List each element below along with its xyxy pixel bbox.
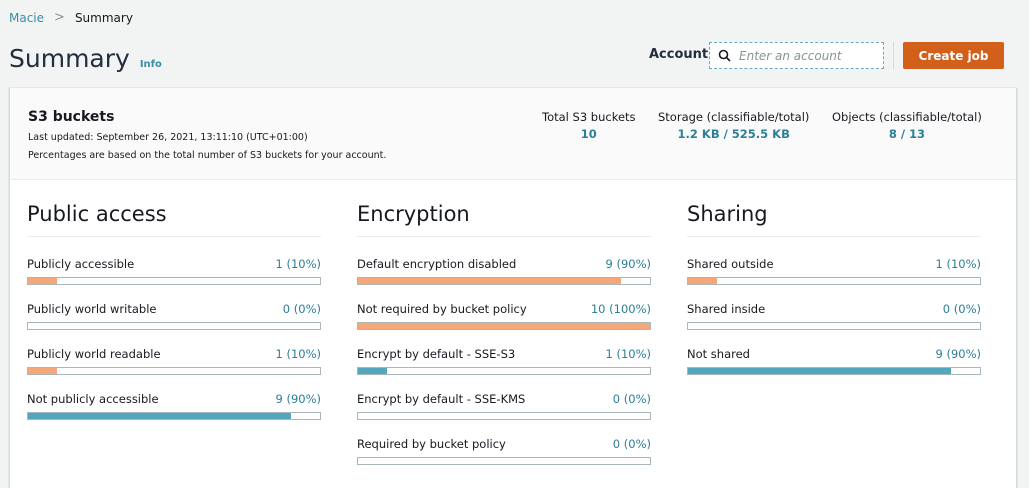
metric-label: Shared outside <box>687 257 774 271</box>
search-icon <box>718 49 731 62</box>
section-encryption: Encryption Default encryption disabled 9 (… <box>357 202 651 465</box>
progress-bar <box>27 322 321 330</box>
metric-value[interactable]: 1 (10%) <box>935 257 981 271</box>
progress-fill <box>688 368 951 374</box>
progress-fill <box>688 278 718 284</box>
divider <box>893 42 894 69</box>
breadcrumb-current: Summary <box>74 10 133 25</box>
metric-value[interactable]: 0 (0%) <box>943 302 981 316</box>
summary-panel: S3 buckets Last updated: September 26, 2… <box>9 88 1017 488</box>
metric-row[interactable]: Not publicly accessible 9 (90%) <box>27 392 321 420</box>
metric-label: Shared inside <box>687 302 766 316</box>
stat-objects: Objects (classifiable/total) 8 / 13 <box>832 110 982 141</box>
section-title: Public access <box>27 202 321 237</box>
metric-label: Not required by bucket policy <box>357 302 527 316</box>
metric-label: Default encryption disabled <box>357 257 517 271</box>
metric-value[interactable]: 9 (90%) <box>935 347 981 361</box>
metric-value[interactable]: 1 (10%) <box>275 347 321 361</box>
s3-buckets-header: S3 buckets Last updated: September 26, 2… <box>10 88 1016 180</box>
account-label: Account <box>649 47 709 62</box>
metric-label: Publicly world writable <box>27 302 157 316</box>
metric-row[interactable]: Encrypt by default - SSE-KMS 0 (0%) <box>357 392 651 420</box>
metric-value[interactable]: 1 (10%) <box>275 257 321 271</box>
account-search[interactable] <box>709 42 884 69</box>
progress-bar <box>27 412 321 420</box>
last-updated: Last updated: September 26, 2021, 13:11:… <box>28 132 308 143</box>
percentage-note: Percentages are based on the total numbe… <box>28 150 387 161</box>
progress-fill <box>28 413 291 419</box>
progress-bar <box>357 367 651 375</box>
progress-fill <box>358 368 388 374</box>
progress-bar <box>357 322 651 330</box>
stat-total-buckets: Total S3 buckets 10 <box>542 110 636 141</box>
metric-label: Not publicly accessible <box>27 392 159 406</box>
metric-row[interactable]: Not shared 9 (90%) <box>687 347 981 375</box>
metric-value[interactable]: 10 (100%) <box>591 302 651 316</box>
metric-value[interactable]: 1 (10%) <box>605 347 651 361</box>
metric-row[interactable]: Encrypt by default - SSE-S3 1 (10%) <box>357 347 651 375</box>
metric-value[interactable]: 9 (90%) <box>605 257 651 271</box>
progress-bar <box>687 322 981 330</box>
metric-row[interactable]: Publicly world readable 1 (10%) <box>27 347 321 375</box>
metric-value[interactable]: 0 (0%) <box>613 437 651 451</box>
metric-value[interactable]: 9 (90%) <box>275 392 321 406</box>
metric-label: Required by bucket policy <box>357 437 506 451</box>
metric-value[interactable]: 0 (0%) <box>613 392 651 406</box>
progress-bar <box>357 277 651 285</box>
metric-row[interactable]: Not required by bucket policy 10 (100%) <box>357 302 651 330</box>
breadcrumb: Macie > Summary <box>9 10 133 25</box>
chevron-right-icon: > <box>54 10 65 25</box>
progress-fill <box>28 278 58 284</box>
s3-title: S3 buckets <box>28 109 115 125</box>
progress-bar <box>357 457 651 465</box>
metric-label: Publicly accessible <box>27 257 135 271</box>
metric-label: Not shared <box>687 347 750 361</box>
metric-row[interactable]: Publicly world writable 0 (0%) <box>27 302 321 330</box>
progress-bar <box>27 367 321 375</box>
metric-row[interactable]: Publicly accessible 1 (10%) <box>27 257 321 285</box>
metric-value[interactable]: 0 (0%) <box>283 302 321 316</box>
progress-fill <box>358 278 621 284</box>
section-sharing: Sharing Shared outside 1 (10%) Shared insid… <box>687 202 981 375</box>
breadcrumb-macie[interactable]: Macie <box>9 11 44 25</box>
account-input[interactable] <box>739 48 874 63</box>
stat-storage: Storage (classifiable/total) 1.2 KB / 525… <box>658 110 810 141</box>
section-title: Encryption <box>357 202 651 237</box>
section-title: Sharing <box>687 202 981 237</box>
metric-label: Encrypt by default - SSE-S3 <box>357 347 516 361</box>
progress-bar <box>27 277 321 285</box>
progress-fill <box>28 368 58 374</box>
section-public-access: Public access Publicly accessible 1 (10%) P… <box>27 202 321 420</box>
progress-fill <box>358 323 650 329</box>
progress-bar <box>357 412 651 420</box>
create-job-button[interactable]: Create job <box>903 42 1004 69</box>
metric-row[interactable]: Required by bucket policy 0 (0%) <box>357 437 651 465</box>
metric-label: Publicly world readable <box>27 347 161 361</box>
metric-row[interactable]: Shared outside 1 (10%) <box>687 257 981 285</box>
metric-row[interactable]: Default encryption disabled 9 (90%) <box>357 257 651 285</box>
page-title: Summary <box>9 44 130 73</box>
metric-row[interactable]: Shared inside 0 (0%) <box>687 302 981 330</box>
info-link[interactable]: Info <box>140 59 162 70</box>
progress-bar <box>687 367 981 375</box>
progress-bar <box>687 277 981 285</box>
metric-label: Encrypt by default - SSE-KMS <box>357 392 526 406</box>
